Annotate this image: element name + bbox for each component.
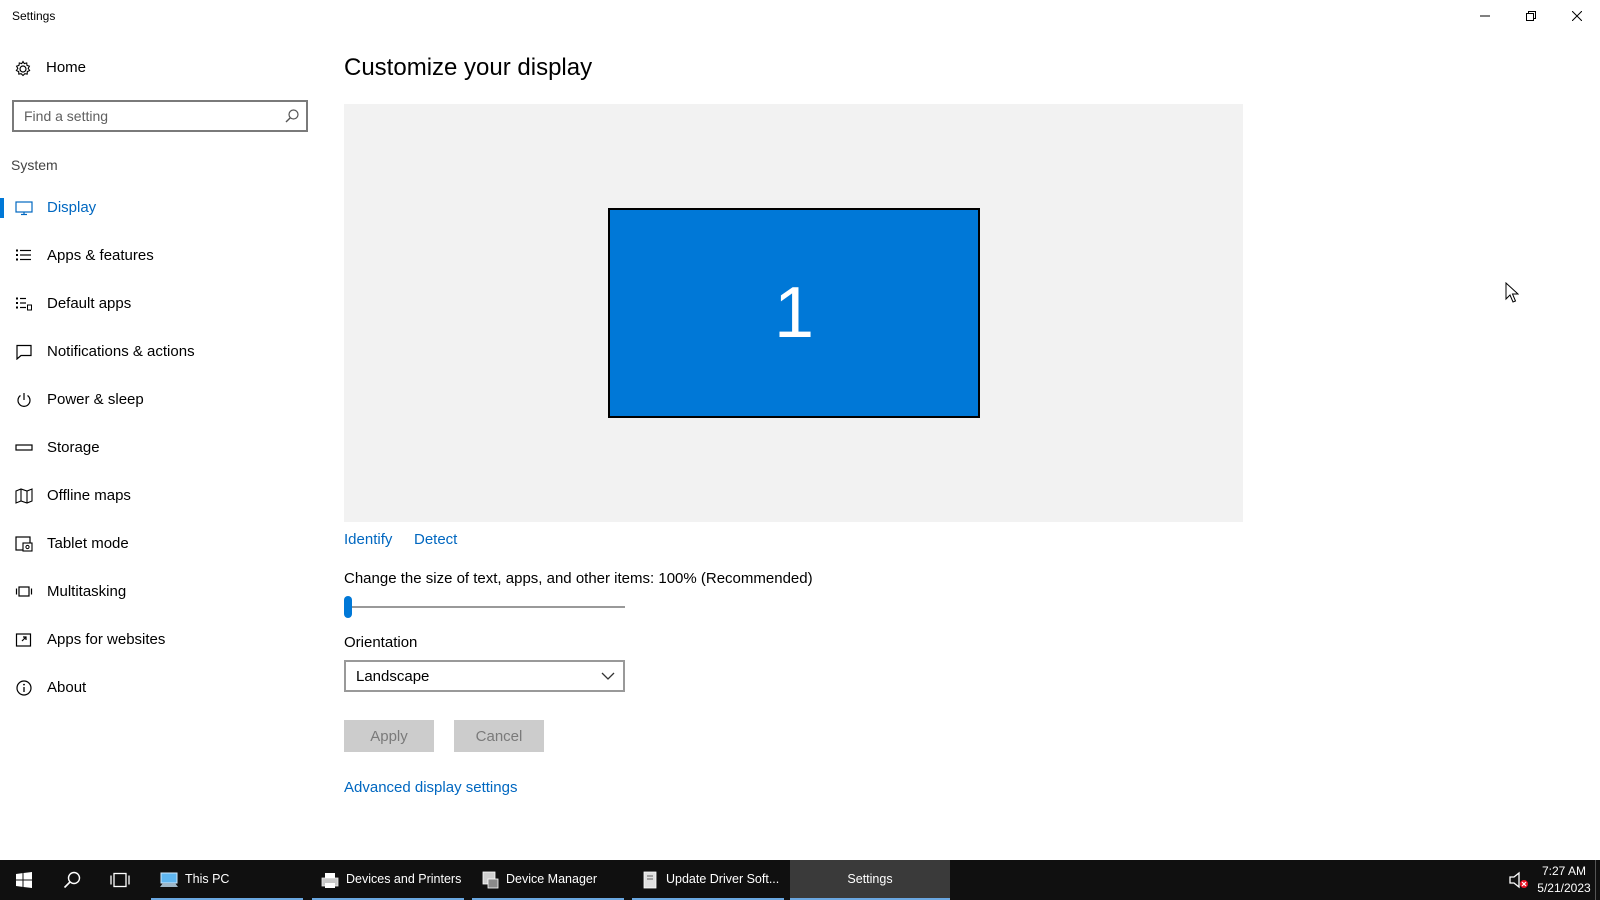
sidebar-item-multitasking[interactable]: Multitasking bbox=[0, 568, 320, 616]
storage-icon bbox=[15, 444, 33, 451]
page-title: Customize your display bbox=[344, 54, 593, 81]
sidebar-item-power-sleep[interactable]: Power & sleep bbox=[0, 376, 320, 424]
orientation-value: Landscape bbox=[356, 668, 430, 685]
windows-logo-icon bbox=[16, 872, 32, 888]
info-icon bbox=[16, 680, 32, 696]
taskbar-app-device-manager[interactable]: Device Manager bbox=[472, 860, 624, 900]
taskbar-app-label: This PC bbox=[185, 872, 230, 886]
chevron-down-icon bbox=[601, 672, 615, 680]
power-icon bbox=[17, 393, 31, 407]
sidebar-item-offline-maps[interactable]: Offline maps bbox=[0, 472, 320, 520]
sidebar-item-label: Display bbox=[47, 199, 97, 216]
mouse-cursor-icon bbox=[1505, 282, 1519, 303]
sidebar-item-storage[interactable]: Storage bbox=[0, 424, 320, 472]
search-input[interactable] bbox=[14, 102, 274, 130]
section-label-system: System bbox=[11, 157, 58, 173]
sidebar-item-label: Notifications & actions bbox=[47, 343, 195, 360]
restore-icon bbox=[1526, 11, 1536, 21]
start-button[interactable] bbox=[0, 860, 48, 900]
taskbar-app-label: Devices and Printers bbox=[346, 872, 462, 886]
sidebar-item-notifications[interactable]: Notifications & actions bbox=[0, 328, 320, 376]
search-icon[interactable] bbox=[284, 108, 300, 124]
sidebar-item-display[interactable]: Display bbox=[0, 184, 320, 232]
home-label: Home bbox=[46, 59, 87, 76]
sidebar-item-label: Apps for websites bbox=[47, 631, 166, 648]
taskbar-app-devices-printers[interactable]: Devices and Printers bbox=[312, 860, 464, 900]
default-apps-icon bbox=[16, 297, 32, 311]
this-pc-icon bbox=[160, 872, 178, 887]
search-icon bbox=[63, 871, 81, 889]
taskbar-app-update-driver[interactable]: Update Driver Soft... bbox=[632, 860, 784, 900]
taskbar-app-this-pc[interactable]: This PC bbox=[151, 860, 303, 900]
multitasking-icon bbox=[15, 586, 33, 597]
sidebar-item-label: Power & sleep bbox=[47, 391, 144, 408]
slider-track bbox=[344, 606, 625, 608]
list-icon bbox=[16, 249, 31, 261]
search-box[interactable] bbox=[12, 100, 308, 132]
close-button[interactable] bbox=[1554, 0, 1600, 32]
sidebar-item-label: Default apps bbox=[47, 295, 132, 312]
advanced-display-settings-link[interactable]: Advanced display settings bbox=[344, 779, 517, 796]
taskbar-search-button[interactable] bbox=[48, 860, 96, 900]
map-icon bbox=[15, 488, 33, 504]
cancel-button[interactable]: Cancel bbox=[454, 720, 544, 752]
sidebar-item-default-apps[interactable]: Default apps bbox=[0, 280, 320, 328]
system-clock[interactable]: 7:27 AM 5/21/2023 bbox=[1534, 863, 1594, 897]
task-view-button[interactable] bbox=[96, 860, 144, 900]
monitor-1-tile[interactable]: 1 bbox=[608, 208, 980, 418]
detect-link[interactable]: Detect bbox=[414, 531, 457, 548]
task-view-icon bbox=[110, 872, 130, 888]
apps-websites-icon bbox=[15, 633, 32, 647]
orientation-label: Orientation bbox=[344, 634, 418, 651]
notification-icon bbox=[16, 344, 32, 360]
identify-link[interactable]: Identify bbox=[344, 531, 392, 548]
minimize-button[interactable] bbox=[1462, 0, 1508, 32]
gear-icon bbox=[15, 60, 31, 77]
clock-date: 5/21/2023 bbox=[1537, 881, 1591, 895]
sidebar-nav: Display Apps & features Default apps Not… bbox=[0, 184, 320, 712]
tablet-icon bbox=[15, 536, 33, 552]
sidebar-item-label: About bbox=[47, 679, 87, 696]
clock-time: 7:27 AM bbox=[1541, 864, 1587, 878]
sidebar-item-label: Multitasking bbox=[47, 583, 127, 600]
minimize-icon bbox=[1480, 15, 1490, 17]
taskbar-app-label: Device Manager bbox=[506, 872, 598, 886]
display-arrangement-area: 1 bbox=[344, 104, 1243, 522]
taskbar-app-settings[interactable]: Settings bbox=[790, 860, 950, 900]
sidebar-item-tablet-mode[interactable]: Tablet mode bbox=[0, 520, 320, 568]
speaker-muted-icon[interactable] bbox=[1508, 870, 1530, 890]
sidebar-item-about[interactable]: About bbox=[0, 664, 320, 712]
sidebar-item-label: Offline maps bbox=[47, 487, 131, 504]
title-bar: Settings bbox=[0, 0, 1600, 32]
sidebar-item-apps-features[interactable]: Apps & features bbox=[0, 232, 320, 280]
slider-thumb[interactable] bbox=[344, 596, 352, 618]
sidebar-item-apps-for-websites[interactable]: Apps for websites bbox=[0, 616, 320, 664]
orientation-dropdown[interactable]: Landscape bbox=[344, 660, 625, 692]
sidebar: Home System Display Apps & features bbox=[0, 32, 320, 860]
apply-button[interactable]: Apply bbox=[344, 720, 434, 752]
printer-icon bbox=[321, 873, 339, 888]
taskbar: This PC Devices and Printers Device Mana… bbox=[0, 860, 1600, 900]
restore-button[interactable] bbox=[1508, 0, 1554, 32]
scale-slider[interactable] bbox=[344, 596, 625, 620]
show-desktop-button[interactable] bbox=[1595, 860, 1600, 900]
sidebar-item-label: Storage bbox=[47, 439, 100, 456]
scale-label: Change the size of text, apps, and other… bbox=[344, 570, 813, 587]
taskbar-app-label: Settings bbox=[847, 872, 893, 886]
home-nav-item[interactable]: Home bbox=[0, 52, 320, 84]
sidebar-item-label: Tablet mode bbox=[47, 535, 129, 552]
taskbar-app-label: Update Driver Soft... bbox=[666, 872, 780, 886]
close-icon bbox=[1572, 11, 1582, 21]
window-title: Settings bbox=[12, 9, 56, 23]
monitor-icon bbox=[15, 201, 33, 216]
sidebar-item-label: Apps & features bbox=[47, 247, 154, 264]
device-manager-icon bbox=[482, 871, 499, 889]
update-driver-icon bbox=[643, 871, 657, 889]
